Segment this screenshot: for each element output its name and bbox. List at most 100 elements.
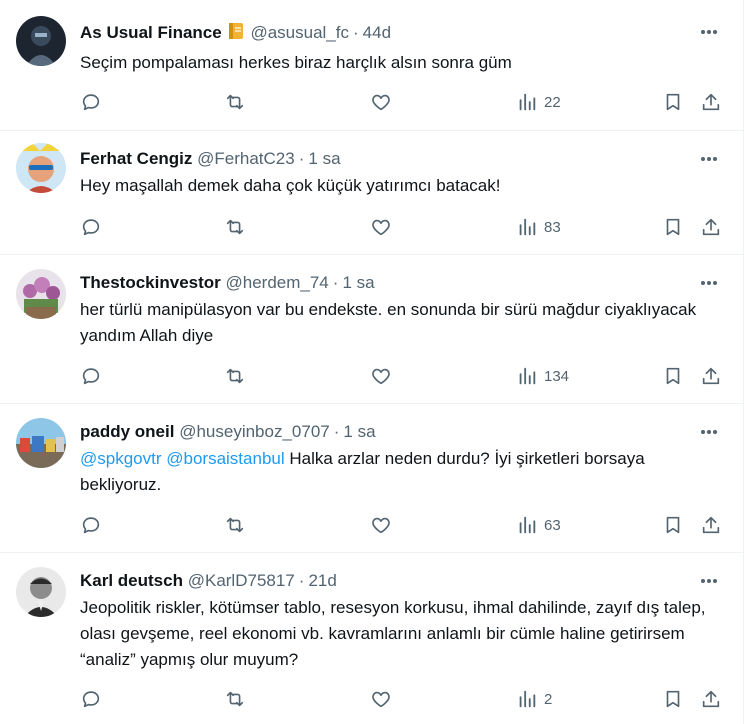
action-bar: 63 bbox=[80, 513, 727, 537]
more-icon[interactable] bbox=[699, 22, 719, 42]
tweet-article[interactable]: paddy oneil @huseyinboz_0707 · 1 sa @spkgo… bbox=[0, 404, 743, 553]
like-button[interactable] bbox=[370, 215, 392, 239]
share-icon bbox=[702, 516, 720, 534]
bookmark-icon bbox=[666, 516, 680, 534]
tweet-text: her türlü manipülasyon var bu endekste. … bbox=[80, 297, 707, 349]
timestamp[interactable]: 1 sa bbox=[308, 149, 340, 168]
tweet-body: Jeopolitik riskler, kötümser tablo, rese… bbox=[80, 598, 706, 669]
tweet-article[interactable]: As Usual Finance @asusual_fc · 44d Seçim p… bbox=[0, 0, 743, 131]
share-icon bbox=[702, 367, 720, 385]
action-bar: 2 bbox=[80, 687, 727, 711]
avatar[interactable] bbox=[16, 16, 66, 66]
views-count: 134 bbox=[544, 367, 570, 385]
tweet-article[interactable]: Ferhat Cengiz @FerhatC23 · 1 sa Hey maşall… bbox=[0, 131, 743, 255]
author-handle[interactable]: @asusual_fc bbox=[250, 23, 349, 42]
views-count: 22 bbox=[544, 93, 561, 111]
bookmark-button[interactable] bbox=[662, 90, 684, 114]
retweet-icon bbox=[226, 517, 244, 533]
author-name[interactable]: Thestockinvestor bbox=[80, 273, 221, 292]
like-button[interactable] bbox=[370, 90, 392, 114]
retweet-button[interactable] bbox=[224, 364, 246, 388]
share-button[interactable] bbox=[700, 215, 722, 239]
views-button[interactable]: 134 bbox=[516, 364, 569, 388]
like-button[interactable] bbox=[370, 687, 392, 711]
views-button[interactable]: 22 bbox=[516, 90, 561, 114]
mention-link[interactable]: @spkgovtr bbox=[80, 449, 162, 468]
tweet-text: Hey maşallah demek daha çok küçük yatırı… bbox=[80, 173, 707, 199]
tweet-body: her türlü manipülasyon var bu endekste. … bbox=[80, 300, 697, 345]
more-icon[interactable] bbox=[699, 571, 719, 591]
bookmark-button[interactable] bbox=[662, 513, 684, 537]
tweet-article[interactable]: Karl deutsch @KarlD75817 · 21d Jeopolitik … bbox=[0, 553, 743, 724]
share-button[interactable] bbox=[700, 513, 722, 537]
bookmark-button[interactable] bbox=[662, 364, 684, 388]
retweet-icon bbox=[226, 368, 244, 384]
author-handle[interactable]: @KarlD75817 bbox=[188, 571, 295, 590]
like-button[interactable] bbox=[370, 513, 392, 537]
tweet-header: Thestockinvestor @herdem_74 · 1 sa bbox=[80, 272, 683, 294]
tweet-body: Hey maşallah demek daha çok küçük yatırı… bbox=[80, 176, 501, 195]
retweet-button[interactable] bbox=[224, 215, 246, 239]
reply-icon bbox=[82, 517, 100, 534]
tweet-header: Ferhat Cengiz @FerhatC23 · 1 sa bbox=[80, 148, 683, 170]
share-button[interactable] bbox=[700, 687, 722, 711]
more-icon[interactable] bbox=[699, 149, 719, 169]
tweet-body: Halka arzlar neden durdu? İyi şirketleri… bbox=[80, 449, 645, 494]
timestamp[interactable]: 1 sa bbox=[343, 422, 375, 441]
retweet-icon bbox=[226, 219, 244, 235]
author-handle[interactable]: @FerhatC23 bbox=[197, 149, 295, 168]
bookmark-button[interactable] bbox=[662, 215, 684, 239]
views-button[interactable]: 83 bbox=[516, 215, 561, 239]
retweet-button[interactable] bbox=[224, 687, 246, 711]
views-count: 2 bbox=[544, 690, 553, 708]
separator-dot: · bbox=[333, 422, 340, 441]
author-name[interactable]: Ferhat Cengiz bbox=[80, 149, 192, 168]
retweet-button[interactable] bbox=[224, 90, 246, 114]
views-button[interactable]: 63 bbox=[516, 513, 561, 537]
share-icon bbox=[702, 93, 720, 111]
avatar[interactable] bbox=[16, 143, 66, 193]
tweet-header: paddy oneil @huseyinboz_0707 · 1 sa bbox=[80, 421, 683, 443]
share-button[interactable] bbox=[700, 90, 722, 114]
tweet-body: Seçim pompalaması herkes biraz harçlık a… bbox=[80, 53, 512, 72]
like-icon bbox=[372, 94, 390, 111]
action-bar: 83 bbox=[80, 215, 727, 239]
views-button[interactable]: 2 bbox=[516, 687, 552, 711]
author-handle[interactable]: @huseyinboz_0707 bbox=[179, 422, 330, 441]
bookmark-button[interactable] bbox=[662, 687, 684, 711]
more-icon[interactable] bbox=[699, 273, 719, 293]
reply-icon bbox=[82, 219, 100, 236]
avatar[interactable] bbox=[16, 269, 66, 319]
like-button[interactable] bbox=[370, 364, 392, 388]
share-icon bbox=[702, 690, 720, 708]
views-count: 83 bbox=[544, 218, 561, 236]
author-handle[interactable]: @herdem_74 bbox=[226, 273, 329, 292]
reply-icon bbox=[82, 94, 100, 111]
reply-button[interactable] bbox=[80, 687, 102, 711]
timestamp[interactable]: 1 sa bbox=[342, 273, 374, 292]
more-icon[interactable] bbox=[699, 422, 719, 442]
author-name[interactable]: paddy oneil bbox=[80, 422, 174, 441]
bookmark-icon bbox=[666, 93, 680, 111]
tweet-article[interactable]: Thestockinvestor @herdem_74 · 1 sa her tür… bbox=[0, 255, 743, 404]
like-icon bbox=[372, 219, 390, 236]
share-button[interactable] bbox=[700, 364, 722, 388]
reply-button[interactable] bbox=[80, 215, 102, 239]
views-icon bbox=[519, 93, 536, 111]
avatar[interactable] bbox=[16, 418, 66, 468]
reply-button[interactable] bbox=[80, 364, 102, 388]
avatar[interactable] bbox=[16, 567, 66, 617]
timestamp[interactable]: 21d bbox=[308, 571, 336, 590]
mention-link[interactable]: @borsaistanbul bbox=[166, 449, 284, 468]
reply-button[interactable] bbox=[80, 513, 102, 537]
separator-dot: · bbox=[332, 273, 339, 292]
author-name[interactable]: As Usual Finance bbox=[80, 23, 222, 42]
reply-icon bbox=[82, 368, 100, 385]
timestamp[interactable]: 44d bbox=[363, 23, 391, 42]
retweet-button[interactable] bbox=[224, 513, 246, 537]
bookmark-icon bbox=[666, 218, 680, 236]
reply-button[interactable] bbox=[80, 90, 102, 114]
author-name[interactable]: Karl deutsch bbox=[80, 571, 183, 590]
like-icon bbox=[372, 517, 390, 534]
views-count: 63 bbox=[544, 516, 561, 534]
